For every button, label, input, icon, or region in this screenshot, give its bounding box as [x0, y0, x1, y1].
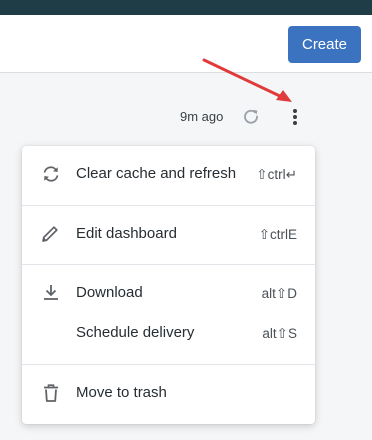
download-icon [40, 283, 62, 303]
menu-item-label: Schedule delivery [76, 324, 195, 341]
menu-item-download[interactable]: Download alt⇧D [22, 274, 315, 312]
menu-item-clear-cache-and-refresh[interactable]: Clear cache and refresh ⇧ctrl↵ [22, 155, 315, 193]
menu-item-move-to-trash[interactable]: Move to trash [22, 374, 315, 412]
page-header: Create [0, 15, 372, 73]
refresh-icon [244, 109, 258, 124]
kebab-menu-icon [293, 109, 297, 125]
refresh-button[interactable] [240, 106, 262, 128]
menu-item-schedule-delivery[interactable]: Schedule delivery alt⇧S [22, 314, 315, 352]
dashboard-actions-menu: Clear cache and refresh ⇧ctrl↵ Edit dash… [22, 146, 315, 424]
keyboard-shortcut: alt⇧S [262, 326, 297, 341]
menu-item-label: Download [76, 284, 143, 301]
trash-icon [40, 383, 62, 403]
keyboard-shortcut: alt⇧D [261, 286, 297, 301]
menu-item-label: Move to trash [76, 384, 167, 401]
menu-item-edit-dashboard[interactable]: Edit dashboard ⇧ctrlE [22, 215, 315, 253]
keyboard-shortcut: ⇧ctrl↵ [256, 167, 297, 182]
pencil-icon [40, 224, 62, 244]
menu-divider [22, 264, 315, 265]
more-options-button[interactable] [286, 106, 304, 128]
create-button[interactable]: Create [288, 26, 361, 63]
last-updated-text: 9m ago [180, 109, 224, 124]
keyboard-shortcut: ⇧ctrlE [258, 227, 297, 242]
menu-divider [22, 364, 315, 365]
top-navigation-bar [0, 0, 372, 15]
refresh-icon [40, 164, 62, 184]
menu-divider [22, 205, 315, 206]
menu-item-label: Clear cache and refresh [76, 165, 237, 182]
menu-item-label: Edit dashboard [76, 225, 177, 242]
